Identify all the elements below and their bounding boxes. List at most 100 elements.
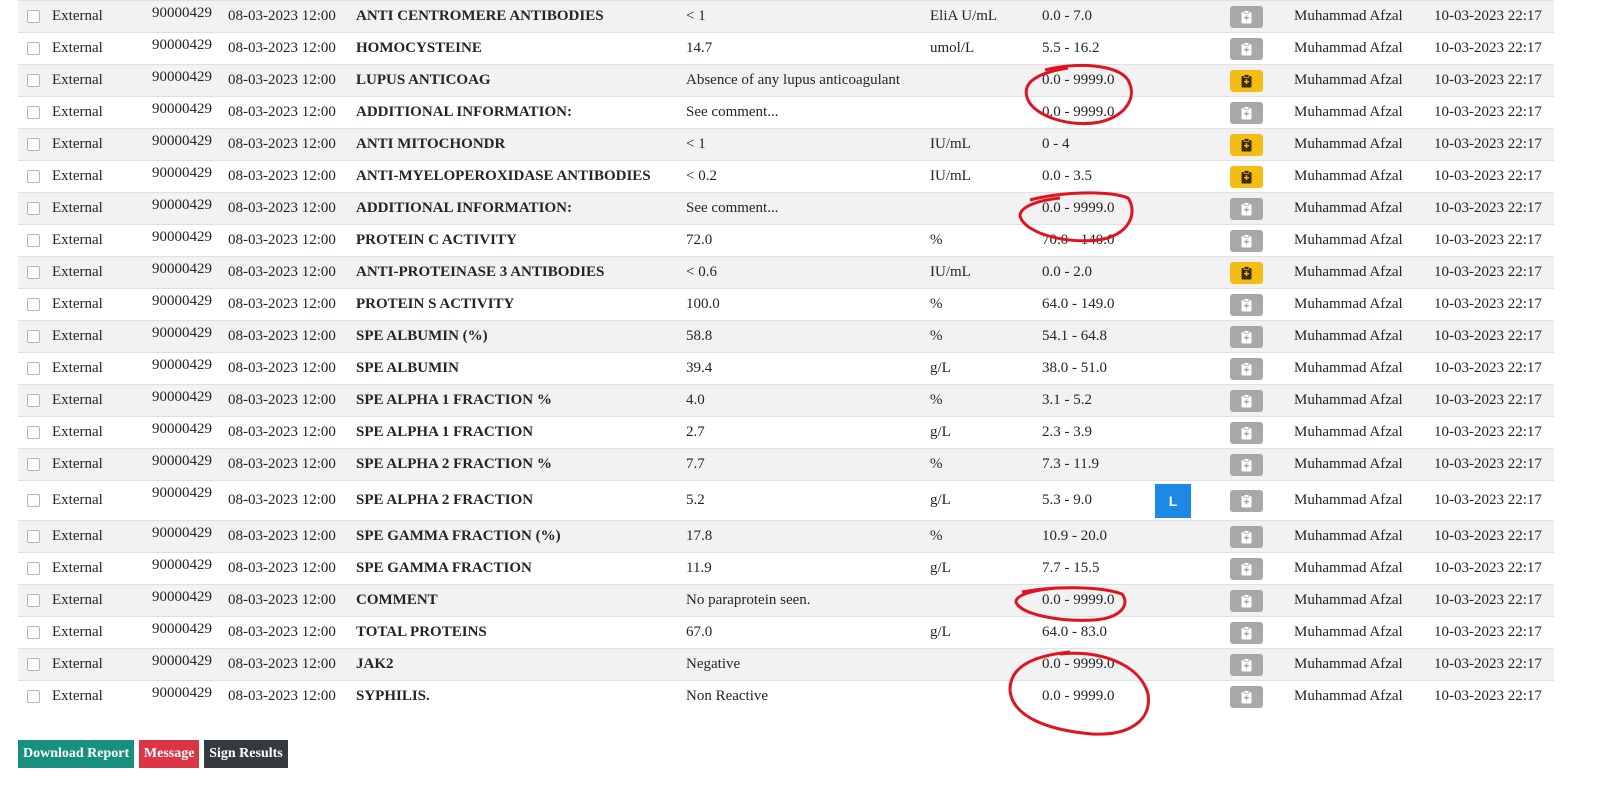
row-checkbox[interactable] [26, 170, 40, 184]
clipboard-icon[interactable] [1229, 489, 1263, 512]
flag-cell: L [1144, 480, 1202, 521]
row-checkbox[interactable] [26, 138, 40, 152]
signed-by-cell: Muhammad Afzal [1290, 520, 1430, 553]
clipboard-icon[interactable] [1229, 389, 1263, 412]
test-name-cell: ADDITIONAL INFORMATION: [352, 192, 682, 225]
row-checkbox[interactable] [26, 562, 40, 576]
row-checkbox[interactable] [26, 234, 40, 248]
sample-cell: 90000429 [148, 416, 224, 449]
row-checkbox [18, 552, 48, 585]
row-checkbox[interactable] [26, 42, 40, 56]
row-checkbox [18, 0, 48, 33]
clipboard-icon[interactable] [1229, 101, 1263, 124]
normal-range-cell: 70.0 - 140.0 [1038, 224, 1144, 257]
clipboard-icon[interactable] [1229, 357, 1263, 380]
signed-by-cell: Muhammad Afzal [1290, 160, 1430, 193]
sign-results-button[interactable]: Sign Results [204, 740, 288, 768]
date-cell: 08-03-2023 12:00 [224, 384, 352, 417]
clipboard-icon[interactable] [1229, 685, 1263, 708]
row-checkbox[interactable] [26, 494, 40, 508]
clipboard-icon[interactable] [1229, 197, 1263, 220]
clipboard-icon[interactable] [1229, 69, 1263, 92]
comment-cell [1202, 416, 1290, 449]
row-checkbox[interactable] [26, 394, 40, 408]
clipboard-icon[interactable] [1229, 261, 1263, 284]
row-checkbox [18, 288, 48, 321]
table-row: External 90000429 08-03-2023 12:00 HOMOCYST… [18, 32, 1554, 65]
dept-cell: External [48, 552, 148, 585]
flag-cell [1144, 160, 1202, 193]
test-name-cell: SPE GAMMA FRACTION [352, 552, 682, 585]
test-name-cell: SPE ALPHA 2 FRACTION [352, 480, 682, 521]
result-cell: Negative [682, 648, 926, 681]
flag-cell [1144, 32, 1202, 65]
date-cell: 08-03-2023 12:00 [224, 520, 352, 553]
clipboard-icon[interactable] [1229, 229, 1263, 252]
comment-cell [1202, 384, 1290, 417]
result-cell: 14.7 [682, 32, 926, 65]
signed-at-cell: 10-03-2023 22:17 [1430, 128, 1554, 161]
date-cell: 08-03-2023 12:00 [224, 64, 352, 97]
clipboard-icon[interactable] [1229, 525, 1263, 548]
row-checkbox[interactable] [26, 298, 40, 312]
unit-cell: EliA U/mL [926, 0, 1038, 33]
row-checkbox[interactable] [26, 202, 40, 216]
comment-cell [1202, 552, 1290, 585]
signed-at-cell: 10-03-2023 22:17 [1430, 416, 1554, 449]
flag-cell [1144, 448, 1202, 481]
clipboard-icon[interactable] [1229, 37, 1263, 60]
clipboard-icon[interactable] [1229, 589, 1263, 612]
table-row: External 90000429 08-03-2023 12:00 ANTI-MYE… [18, 160, 1554, 193]
dept-cell: External [48, 520, 148, 553]
row-checkbox[interactable] [26, 626, 40, 640]
comment-cell [1202, 96, 1290, 129]
row-checkbox[interactable] [26, 362, 40, 376]
row-checkbox[interactable] [26, 530, 40, 544]
clipboard-icon[interactable] [1229, 133, 1263, 156]
clipboard-icon[interactable] [1229, 621, 1263, 644]
clipboard-icon[interactable] [1229, 453, 1263, 476]
row-checkbox[interactable] [26, 458, 40, 472]
signed-at-cell: 10-03-2023 22:17 [1430, 480, 1554, 521]
clipboard-icon[interactable] [1229, 557, 1263, 580]
dept-cell: External [48, 128, 148, 161]
sample-cell: 90000429 [148, 520, 224, 553]
test-name-cell: SPE GAMMA FRACTION (%) [352, 520, 682, 553]
test-name-cell: TOTAL PROTEINS [352, 616, 682, 649]
table-row: External 90000429 08-03-2023 12:00 SPE GAMM… [18, 520, 1554, 553]
row-checkbox[interactable] [26, 10, 40, 24]
dept-cell: External [48, 64, 148, 97]
date-cell: 08-03-2023 12:00 [224, 32, 352, 65]
result-cell: 4.0 [682, 384, 926, 417]
signed-at-cell: 10-03-2023 22:17 [1430, 552, 1554, 585]
unit-cell [926, 680, 1038, 713]
row-checkbox[interactable] [26, 266, 40, 280]
row-checkbox[interactable] [26, 658, 40, 672]
flag-cell [1144, 616, 1202, 649]
clipboard-icon[interactable] [1229, 293, 1263, 316]
clipboard-icon[interactable] [1229, 5, 1263, 28]
sample-cell: 90000429 [148, 648, 224, 681]
clipboard-icon[interactable] [1229, 421, 1263, 444]
clipboard-icon[interactable] [1229, 165, 1263, 188]
sample-cell: 90000429 [148, 448, 224, 481]
sample-cell: 90000429 [148, 480, 224, 521]
download-report-button[interactable]: Download Report [18, 740, 135, 768]
clipboard-icon[interactable] [1229, 325, 1263, 348]
signed-at-cell: 10-03-2023 22:17 [1430, 616, 1554, 649]
row-checkbox[interactable] [26, 330, 40, 344]
result-cell: 7.7 [682, 448, 926, 481]
row-checkbox[interactable] [26, 74, 40, 88]
row-checkbox[interactable] [26, 106, 40, 120]
date-cell: 08-03-2023 12:00 [224, 616, 352, 649]
row-checkbox [18, 224, 48, 257]
normal-range-cell: 10.9 - 20.0 [1038, 520, 1144, 553]
clipboard-icon[interactable] [1229, 653, 1263, 676]
row-checkbox[interactable] [26, 426, 40, 440]
signed-by-cell: Muhammad Afzal [1290, 128, 1430, 161]
row-checkbox[interactable] [26, 690, 40, 704]
row-checkbox[interactable] [26, 594, 40, 608]
message-button[interactable]: Message [138, 740, 200, 768]
comment-cell [1202, 0, 1290, 33]
sample-cell: 90000429 [148, 256, 224, 289]
